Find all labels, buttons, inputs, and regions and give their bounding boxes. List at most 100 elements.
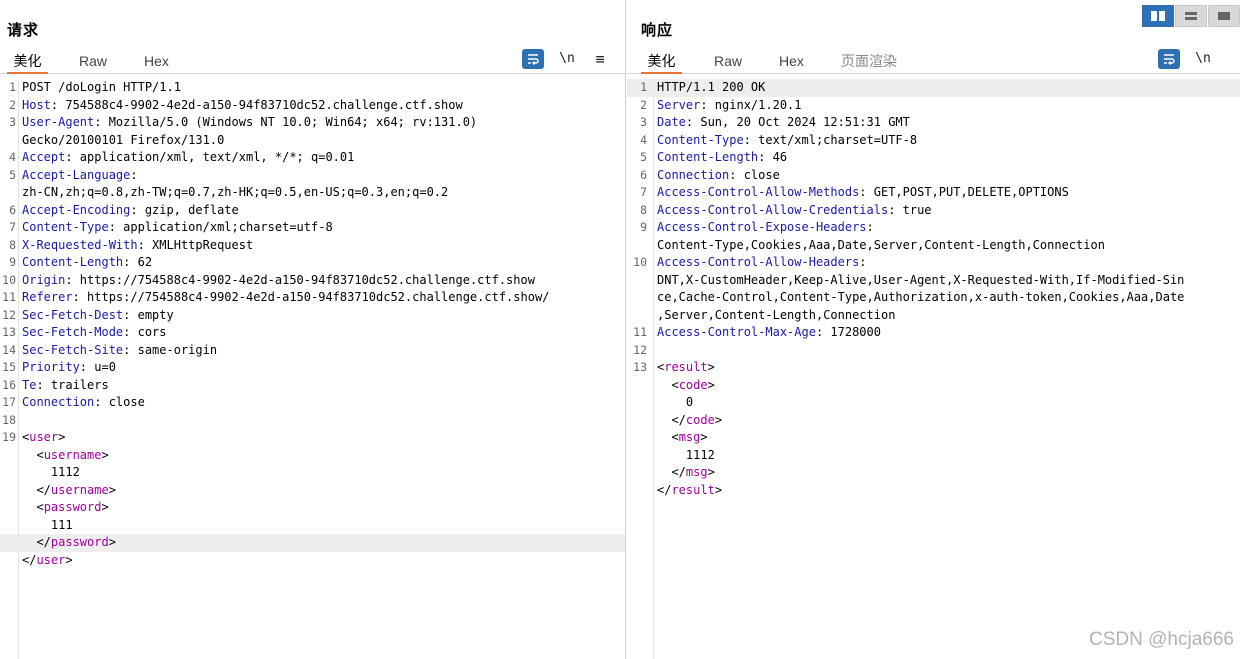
request-code-line: 17 Connection: close xyxy=(0,394,625,412)
line-code: ce,Cache-Control,Content-Type,Authorizat… xyxy=(657,289,1184,307)
response-tab-pretty[interactable]: 美化 xyxy=(641,46,682,74)
line-code: <code> xyxy=(657,377,714,395)
response-tab-hex[interactable]: Hex xyxy=(779,46,804,74)
request-code-line: 10 Origin: https://754588c4-9902-4e2d-a15… xyxy=(0,272,625,290)
line-code: </password> xyxy=(22,534,116,552)
response-code-line: 6 Connection: close xyxy=(627,167,1240,185)
line-number: 10 xyxy=(633,255,647,269)
xml-tag-name: msg xyxy=(678,430,701,444)
code-text: : application/xml, text/xml, */*; q=0.01 xyxy=(65,150,355,164)
line-number: 12 xyxy=(2,307,16,322)
request-tab-pretty[interactable]: 美化 xyxy=(7,46,48,74)
line-number: 4 xyxy=(640,132,647,147)
watermark: CSDN @hcja666 xyxy=(1089,629,1234,650)
line-code: Access-Control-Allow-Headers: xyxy=(657,254,867,272)
code-text: DNT,X-CustomHeader,Keep-Alive,User-Agent… xyxy=(657,272,1185,287)
response-code-line: <msg> xyxy=(627,429,1240,447)
request-tab-raw[interactable]: Raw xyxy=(79,46,107,74)
request-code-line: 4 Accept: application/xml, text/xml, */*;… xyxy=(0,149,625,167)
response-newline-button[interactable]: \n xyxy=(1192,49,1214,69)
line-code: Content-Length: 46 xyxy=(657,149,787,167)
request-code-line: <password> xyxy=(0,499,625,517)
line-number: 4 xyxy=(9,150,16,164)
stacked-view-button[interactable] xyxy=(1175,5,1207,27)
line-number: 11 xyxy=(2,290,16,304)
response-tab-raw[interactable]: Raw xyxy=(714,46,742,74)
line-number: 1 xyxy=(9,80,16,94)
header-name: Accept-Encoding xyxy=(22,202,131,217)
request-panel: 请求 美化 Raw Hex \n ≡ 1 POST /doLogin HTTP/1… xyxy=(0,0,626,659)
code-text: POST /doLogin HTTP/1.1 xyxy=(22,80,181,94)
line-code: Connection: close xyxy=(22,394,145,412)
code-text: Gecko/20100101 Firefox/131.0 xyxy=(22,132,225,147)
line-code: Content-Type: application/xml;charset=ut… xyxy=(22,219,333,237)
header-name: Access-Control-Allow-Credentials xyxy=(657,202,889,217)
response-code-line: 8 Access-Control-Allow-Credentials: true xyxy=(627,202,1240,220)
code-text: > xyxy=(101,447,109,462)
code-text: ,Server,Content-Length,Connection xyxy=(657,307,896,322)
code-text: : XMLHttpRequest xyxy=(137,237,254,252)
request-newline-button[interactable]: \n xyxy=(556,49,578,69)
code-text: </ xyxy=(657,482,672,497)
response-code-line: 12 xyxy=(627,342,1240,360)
request-wrap-lines-button[interactable] xyxy=(522,49,544,69)
response-code-line: ce,Cache-Control,Content-Type,Authorizat… xyxy=(627,289,1240,307)
request-code-line: 18 xyxy=(0,412,625,430)
response-code-line: </code> xyxy=(627,412,1240,430)
code-text: </ xyxy=(22,552,37,567)
line-number: 13 xyxy=(633,360,647,374)
request-code-line: Gecko/20100101 Firefox/131.0 xyxy=(0,132,625,150)
tabbed-view-button[interactable] xyxy=(1208,5,1240,27)
line-code: Content-Length: 62 xyxy=(22,254,152,272)
line-number: 8 xyxy=(9,237,16,252)
response-editor[interactable]: 1 HTTP/1.1 200 OK 2 Server: nginx/1.20.1 3 Da… xyxy=(627,79,1240,659)
line-code: HTTP/1.1 200 OK xyxy=(657,79,765,97)
response-panel: 响应 美化 Raw Hex 页面渲染 \n 1 HTTP/1.1 200 OK 2 S… xyxy=(627,0,1240,659)
side-by-side-view-button[interactable] xyxy=(1142,5,1174,27)
line-code: Sec-Fetch-Dest: empty xyxy=(22,307,174,325)
response-lines: 1 HTTP/1.1 200 OK 2 Server: nginx/1.20.1 3 Da… xyxy=(627,79,1240,499)
request-code-line: 19 <user> xyxy=(0,429,625,447)
header-name: Content-Length xyxy=(22,255,124,269)
line-code: Accept-Language: xyxy=(22,167,138,185)
code-text: : Mozilla/5.0 (Windows NT 10.0; Win64; x… xyxy=(94,115,478,129)
line-number: 3 xyxy=(640,115,647,129)
response-tab-render[interactable]: 页面渲染 xyxy=(841,46,897,74)
header-name: Date xyxy=(657,115,686,129)
line-number: 15 xyxy=(2,360,16,374)
xml-tag-name: code xyxy=(685,412,715,427)
code-text: 0 xyxy=(657,395,694,409)
line-number: 7 xyxy=(9,220,16,234)
line-code: Gecko/20100101 Firefox/131.0 xyxy=(22,132,224,150)
line-code: ,Server,Content-Length,Connection xyxy=(657,307,895,325)
code-text: < xyxy=(22,500,44,514)
response-code-line: 0 xyxy=(627,394,1240,412)
request-menu-icon[interactable]: ≡ xyxy=(589,49,611,69)
code-text: : 754588c4-9902-4e2d-a150-94f83710dc52.c… xyxy=(50,97,463,112)
line-number: 14 xyxy=(2,342,16,357)
code-text: : xyxy=(130,167,138,182)
request-code-line: 6 Accept-Encoding: gzip, deflate xyxy=(0,202,625,220)
header-name: Content-Type xyxy=(657,132,744,147)
request-tab-hex[interactable]: Hex xyxy=(144,46,169,74)
code-text: : application/xml;charset=utf-8 xyxy=(108,220,333,234)
request-code-line: 1 POST /doLogin HTTP/1.1 xyxy=(0,79,625,97)
response-wrap-lines-button[interactable] xyxy=(1158,49,1180,69)
code-text: : trailers xyxy=(36,377,109,392)
line-code: </msg> xyxy=(657,464,714,482)
code-text: > xyxy=(101,500,109,514)
response-code-line: </msg> xyxy=(627,464,1240,482)
header-name: Referer xyxy=(22,290,73,304)
line-number: 13 xyxy=(2,325,16,339)
response-code-line: 9 Access-Control-Expose-Headers: xyxy=(627,219,1240,237)
code-text: : https://754588c4-9902-4e2d-a150-94f837… xyxy=(65,272,535,287)
rows-icon xyxy=(1185,12,1197,20)
line-code: <password> xyxy=(22,499,109,517)
line-number: 7 xyxy=(640,185,647,199)
code-text: : Sun, 20 Oct 2024 12:51:31 GMT xyxy=(685,115,910,129)
request-editor[interactable]: 1 POST /doLogin HTTP/1.1 2 Host: 754588c4-9… xyxy=(0,79,625,659)
header-name: Accept-Language xyxy=(22,167,131,182)
line-number: 5 xyxy=(640,150,647,164)
xml-tag-name: user xyxy=(36,552,66,567)
line-code: </code> xyxy=(657,412,722,430)
